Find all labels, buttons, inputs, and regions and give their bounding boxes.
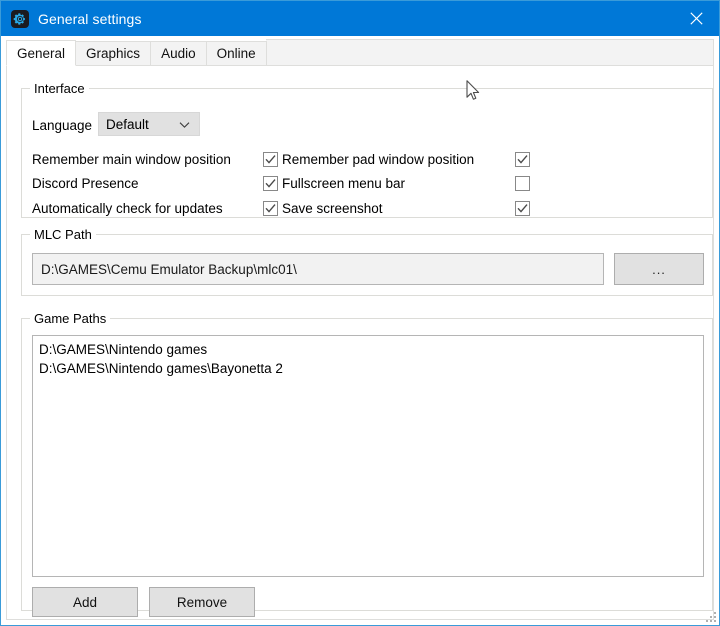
game-paths-group: Game Paths D:\GAMES\Nintendo games D:\GA…	[21, 311, 713, 617]
tab-audio[interactable]: Audio	[150, 41, 207, 66]
checkbox-row-save-screenshot[interactable]: Save screenshot	[282, 199, 530, 217]
chevron-down-icon	[179, 117, 190, 132]
checkbox-row-remember-main-window-position[interactable]: Remember main window position	[32, 150, 278, 168]
checkbox-fullscreen-menu-bar[interactable]	[515, 175, 530, 191]
tab-graphics[interactable]: Graphics	[75, 41, 152, 66]
checkbox-label: Save screenshot	[282, 200, 383, 216]
remove-button[interactable]: Remove	[149, 587, 255, 617]
checkbox-label: Remember main window position	[32, 151, 231, 167]
list-item[interactable]: D:\GAMES\Nintendo games	[39, 340, 703, 359]
game-paths-list[interactable]: D:\GAMES\Nintendo games D:\GAMES\Nintend…	[32, 335, 704, 577]
mlc-path-field[interactable]: D:\GAMES\Cemu Emulator Backup\mlc01\	[32, 253, 604, 285]
language-select[interactable]: Default	[98, 112, 200, 136]
checkbox-label: Remember pad window position	[282, 151, 475, 167]
mlc-path-group: MLC Path D:\GAMES\Cemu Emulator Backup\m…	[21, 227, 713, 296]
window-title: General settings	[38, 10, 142, 27]
checkbox-label: Discord Presence	[32, 175, 139, 191]
add-button[interactable]: Add	[32, 587, 138, 617]
resize-grip[interactable]	[703, 609, 716, 622]
checkbox-row-fullscreen-menu-bar[interactable]: Fullscreen menu bar	[282, 174, 530, 192]
language-label: Language	[32, 118, 93, 133]
tab-general-label: General	[17, 45, 66, 61]
interface-group-title: Interface	[30, 81, 89, 96]
checkbox-automatically-check-for-updates[interactable]	[263, 200, 278, 216]
checkbox-label: Automatically check for updates	[32, 200, 223, 216]
tab-online-label: Online	[216, 46, 256, 61]
tab-general[interactable]: General	[6, 40, 77, 66]
checkbox-remember-pad-window-position[interactable]	[515, 151, 530, 167]
list-item[interactable]: D:\GAMES\Nintendo games\Bayonetta 2	[39, 359, 703, 378]
checkbox-save-screenshot[interactable]	[515, 200, 530, 216]
title-bar[interactable]: General settings	[1, 1, 719, 36]
game-paths-button-row: Add Remove	[32, 587, 255, 617]
tab-strip: General Graphics Audio Online	[6, 39, 714, 67]
tab-strip-filler	[265, 39, 714, 66]
checkbox-remember-main-window-position[interactable]	[263, 151, 278, 167]
tab-audio-label: Audio	[161, 46, 196, 61]
game-paths-group-title: Game Paths	[30, 311, 111, 326]
general-settings-window: General settings General Graphics Audio …	[0, 0, 720, 626]
checkbox-row-remember-pad-window-position[interactable]: Remember pad window position	[282, 150, 530, 168]
interface-group: Interface Language Default Remember main…	[21, 81, 713, 218]
checkbox-discord-presence[interactable]	[263, 175, 278, 191]
mlc-path-group-title: MLC Path	[30, 227, 96, 242]
mlc-path-browse-button[interactable]: ...	[614, 253, 704, 285]
gear-icon	[11, 9, 29, 28]
checkbox-row-automatically-check-for-updates[interactable]: Automatically check for updates	[32, 199, 278, 217]
tab-page-general: Interface Language Default Remember main…	[6, 66, 714, 620]
language-select-value: Default	[106, 116, 149, 132]
close-icon[interactable]	[673, 1, 719, 36]
tab-graphics-label: Graphics	[86, 46, 141, 61]
tab-online[interactable]: Online	[205, 41, 267, 66]
client-area: General Graphics Audio Online Interface …	[1, 36, 719, 625]
checkbox-row-discord-presence[interactable]: Discord Presence	[32, 174, 278, 192]
checkbox-label: Fullscreen menu bar	[282, 175, 406, 191]
